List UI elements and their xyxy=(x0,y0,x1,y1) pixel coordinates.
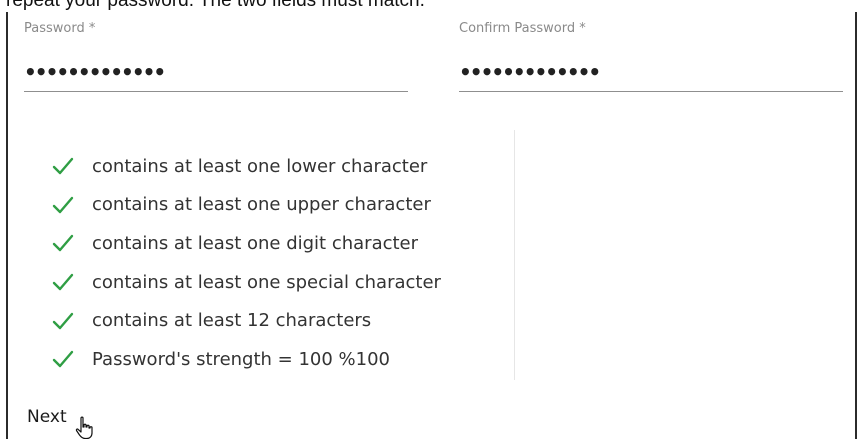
rule-text: Password's strength = 100 %100 xyxy=(92,348,391,370)
password-rules-list: contains at least one lower character co… xyxy=(52,147,441,379)
rule-strength: Password's strength = 100 %100 xyxy=(52,340,441,379)
confirm-password-field: Confirm Password * xyxy=(459,20,843,92)
check-icon xyxy=(52,235,74,252)
instruction-text: repeat your password. The two fields mus… xyxy=(6,0,425,11)
confirm-password-label: Confirm Password * xyxy=(459,21,586,36)
check-icon xyxy=(52,312,74,329)
password-label: Password * xyxy=(24,21,96,36)
check-icon xyxy=(52,351,74,368)
confirm-password-input[interactable] xyxy=(459,59,843,92)
password-field: Password * xyxy=(24,20,408,92)
rule-text: contains at least one digit character xyxy=(92,232,419,254)
rule-text: contains at least one special character xyxy=(92,271,441,293)
password-rules-box: contains at least one lower character co… xyxy=(24,130,515,380)
rule-lowercase: contains at least one lower character xyxy=(52,147,441,186)
password-input[interactable] xyxy=(24,59,408,92)
rule-special: contains at least one special character xyxy=(52,263,441,302)
rule-digit: contains at least one digit character xyxy=(52,224,441,263)
hand-cursor-icon xyxy=(75,416,93,439)
check-icon xyxy=(52,273,74,291)
rule-text: contains at least 12 characters xyxy=(92,310,372,332)
rule-text: contains at least one lower character xyxy=(92,155,428,177)
next-button[interactable]: Next xyxy=(27,407,67,427)
rule-text: contains at least one upper character xyxy=(92,194,431,216)
rule-length: contains at least 12 characters xyxy=(52,301,441,340)
rule-uppercase: contains at least one upper character xyxy=(52,186,441,225)
check-icon xyxy=(52,158,74,175)
check-icon xyxy=(52,196,74,214)
